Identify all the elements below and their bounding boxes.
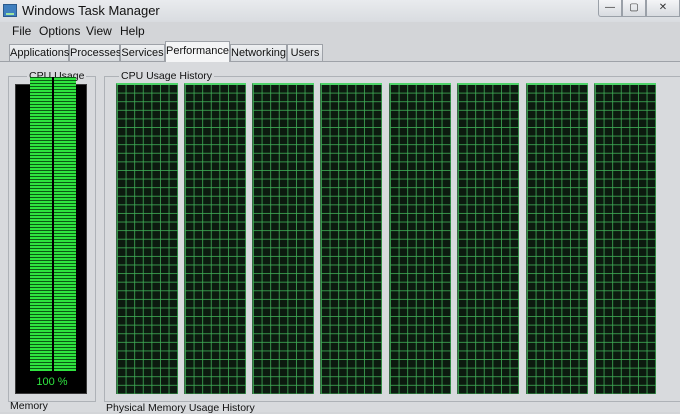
tab-users[interactable]: Users	[287, 44, 323, 61]
close-button[interactable]: ✕	[646, 0, 680, 17]
physical-memory-history-label: Physical Memory Usage History	[106, 402, 255, 414]
cpu-history-graph-core-2	[184, 83, 246, 394]
cpu-history-label: CPU Usage History	[119, 70, 215, 82]
cpu-history-graph-core-6	[457, 83, 519, 394]
tab-applications[interactable]: Applications	[9, 44, 69, 61]
minimize-button[interactable]: —	[598, 0, 622, 17]
cpu-history-graph-core-7	[526, 83, 588, 394]
menu-bar: File Options View Help	[0, 22, 680, 40]
tab-processes[interactable]: Processes	[69, 44, 121, 61]
cpu-history-graph-core-3	[252, 83, 314, 394]
menu-file[interactable]: File	[12, 24, 31, 38]
tab-services[interactable]: Services	[120, 44, 165, 61]
memory-label: Memory	[10, 400, 48, 412]
cpu-usage-fill	[30, 77, 76, 371]
cpu-history-graph-core-5	[389, 83, 451, 394]
cpu-history-graph-core-4	[320, 83, 382, 394]
tab-strip: Applications Processes Services Performa…	[0, 40, 680, 62]
cpu-usage-meter: 100 %	[15, 77, 87, 394]
tab-performance[interactable]: Performance	[165, 41, 230, 62]
tab-networking[interactable]: Networking	[230, 44, 287, 61]
window-title: Windows Task Manager	[22, 3, 160, 18]
maximize-button[interactable]: ▢	[622, 0, 646, 17]
cpu-usage-value: 100 %	[36, 376, 68, 388]
menu-help[interactable]: Help	[120, 24, 145, 38]
cpu-history-graph-core-8	[594, 83, 656, 394]
task-manager-app-icon	[3, 4, 17, 17]
menu-options[interactable]: Options	[39, 24, 80, 38]
menu-view[interactable]: View	[86, 24, 112, 38]
cpu-history-graph-core-1	[116, 83, 178, 394]
title-bar: Windows Task Manager — ▢ ✕	[0, 0, 680, 23]
